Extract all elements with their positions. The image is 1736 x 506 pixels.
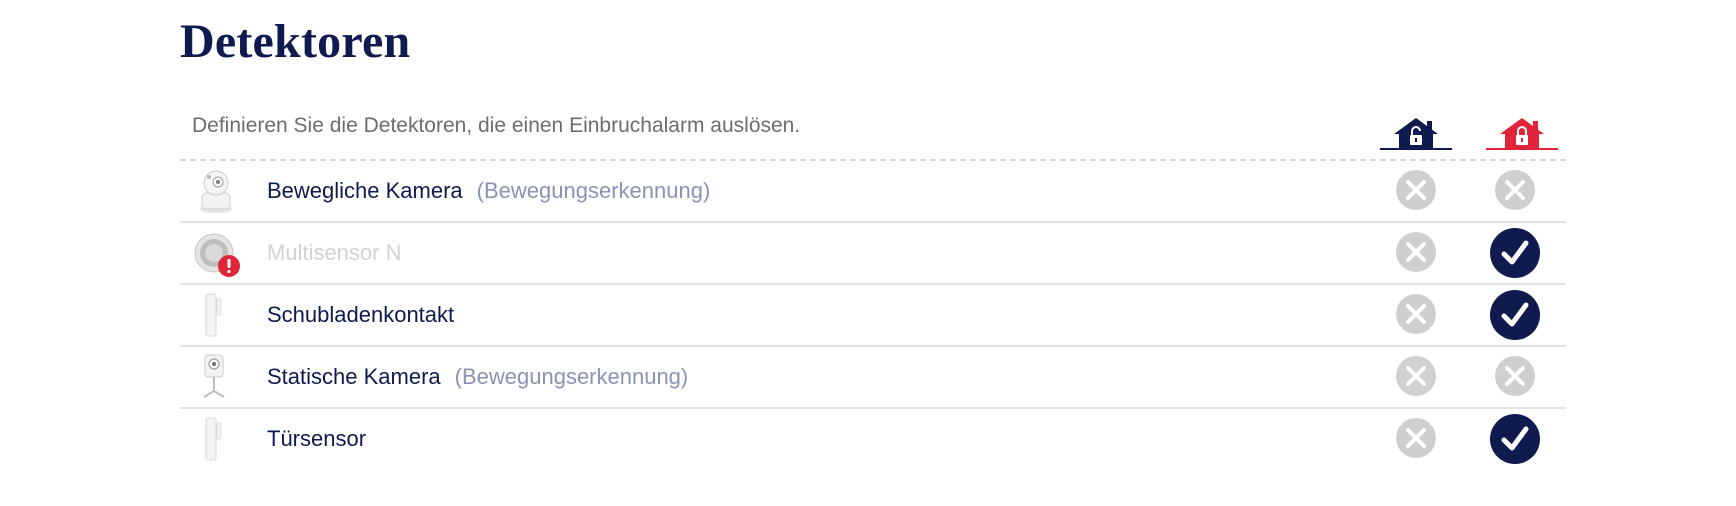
detector-subtitle: (Bewegungserkennung) [454, 364, 689, 389]
x-icon [1495, 356, 1535, 396]
x-icon [1396, 294, 1436, 334]
detector-list: Bewegliche Kamera (Bewegungserkennung) M… [180, 161, 1566, 469]
page-title: Detektoren [180, 15, 411, 68]
x-icon [1396, 232, 1436, 272]
detector-table-header: Definieren Sie die Detektoren, die einen… [180, 100, 1566, 161]
disarmed-toggle-button[interactable] [1395, 231, 1437, 273]
detector-name: Multisensor N [267, 240, 402, 265]
house-unlocked-icon [1378, 114, 1454, 152]
checkmark-icon [1490, 228, 1540, 278]
house-locked-icon [1484, 114, 1560, 152]
detector-name: Bewegliche Kamera [267, 178, 463, 203]
armed-toggle-button[interactable] [1489, 227, 1541, 279]
multisensor-icon [192, 229, 240, 277]
page-description: Definieren Sie die Detektoren, die einen… [192, 114, 801, 137]
detector-name: Statische Kamera [267, 364, 441, 389]
disarmed-toggle-button[interactable] [1395, 169, 1437, 211]
contact-sensor-icon [192, 291, 240, 339]
x-icon [1495, 170, 1535, 210]
detector-row: Bewegliche Kamera (Bewegungserkennung) [180, 161, 1566, 223]
armed-toggle-button[interactable] [1489, 413, 1541, 465]
disarmed-toggle-button[interactable] [1395, 355, 1437, 397]
detector-row: Türsensor [180, 409, 1566, 469]
x-icon [1396, 418, 1436, 458]
detector-row: Statische Kamera (Bewegungserkennung) [180, 347, 1566, 409]
x-icon [1396, 356, 1436, 396]
armed-toggle-button[interactable] [1494, 169, 1536, 211]
detector-name: Schubladenkontakt [267, 302, 455, 327]
detector-subtitle: (Bewegungserkennung) [476, 178, 711, 203]
x-icon [1396, 170, 1436, 210]
static-camera-icon [192, 353, 240, 401]
detector-row: Multisensor N [180, 223, 1566, 285]
disarmed-toggle-button[interactable] [1395, 417, 1437, 459]
checkmark-icon [1490, 414, 1540, 464]
disarmed-toggle-button[interactable] [1395, 293, 1437, 335]
armed-toggle-button[interactable] [1489, 289, 1541, 341]
detector-name: Türsensor [267, 426, 367, 451]
armed-toggle-button[interactable] [1494, 355, 1536, 397]
checkmark-icon [1490, 290, 1540, 340]
contact-sensor-icon [192, 415, 240, 463]
detector-row: Schubladenkontakt [180, 285, 1566, 347]
pan-tilt-camera-icon [192, 167, 240, 215]
